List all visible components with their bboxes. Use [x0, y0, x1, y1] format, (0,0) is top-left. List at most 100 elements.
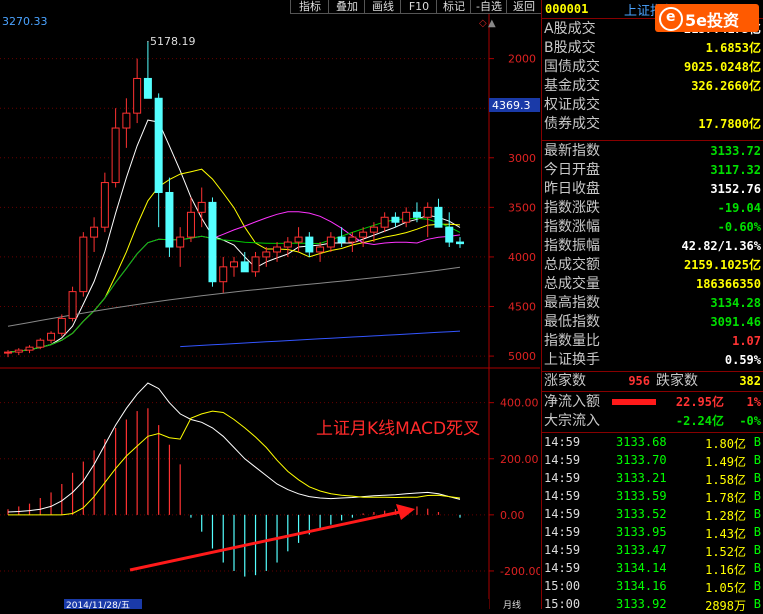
candle-body	[434, 206, 443, 228]
turnover-row: 债券成交 17.7800亿	[544, 116, 761, 132]
candle-body	[197, 201, 206, 213]
candle-body	[90, 226, 99, 238]
flow-row: 大宗流入 -2.24亿 -0%	[544, 413, 761, 429]
tick-row: 15:00 3134.16 1.05亿 B	[544, 579, 761, 595]
stock-code: 000001	[545, 2, 589, 16]
tick-row: 14:59 3133.59 1.78亿 B	[544, 489, 761, 505]
quote-row: 总成交量 186366350	[544, 276, 761, 292]
candle-body	[305, 236, 314, 253]
candle-body	[36, 339, 45, 348]
candle-body	[57, 317, 66, 334]
quote-row: 指数涨跌 -19.04	[544, 200, 761, 216]
x-axis-period-label: 月线	[503, 599, 521, 609]
candle-body	[262, 251, 271, 258]
peak-price-label: 5178.19	[150, 35, 196, 48]
macd-tick-label: -200.00	[500, 565, 540, 578]
turnover-row: 权证成交	[544, 97, 600, 113]
candle-body	[165, 191, 174, 248]
price-tick-label: 2000	[508, 53, 536, 66]
quote-panel: 000001 上证指数 A股成交2157.4173亿B股成交1.6853亿国债成…	[541, 0, 763, 613]
price-tick-label: 4500	[508, 301, 536, 314]
tick-row: 14:59 3133.21 1.58亿 B	[544, 471, 761, 487]
quote-row: 总成交额 2159.1025亿	[544, 257, 761, 273]
quote-row: 指数量比 1.07	[544, 333, 761, 349]
tick-row: 14:59 3133.70 1.49亿 B	[544, 453, 761, 469]
trend-arrow-line	[129, 510, 401, 572]
toolbar-button-4[interactable]: 标记	[436, 0, 471, 14]
chart-corner-value: 3270.33	[2, 15, 48, 28]
candle-body	[176, 236, 185, 248]
candle-body	[186, 211, 195, 238]
candle-body	[412, 211, 421, 218]
candle-body	[337, 236, 346, 243]
candle-body	[294, 236, 303, 243]
candle-body	[47, 332, 56, 341]
candle-body	[251, 256, 260, 273]
tick-row: 14:59 3133.47 1.52亿 B	[544, 543, 761, 559]
price-tick-label: 5000	[508, 350, 536, 363]
macd-tick-label: 400.00	[500, 397, 539, 410]
candle-body	[219, 266, 228, 283]
5e-logo: e 5e投资	[655, 4, 759, 32]
toolbar-button-6[interactable]: 返回	[506, 0, 541, 14]
toolbar-button-0[interactable]: 指标	[290, 0, 329, 14]
x-axis-date-label: 2014/11/28/五	[66, 601, 130, 609]
candle-body	[4, 351, 12, 354]
turnover-row: B股成交 1.6853亿	[544, 40, 761, 56]
tick-row: 14:59 3133.52 1.28亿 B	[544, 507, 761, 523]
candle-body	[456, 241, 464, 245]
tick-row: 14:59 3133.95 1.43亿 B	[544, 525, 761, 541]
candle-body	[122, 112, 131, 129]
candle-body	[208, 201, 217, 283]
chart-toolbar: 指标 叠加 画线 F10 标记 -自选 返回	[0, 0, 541, 14]
candle-body	[240, 261, 249, 273]
quote-row: 昨日收盘 3152.76	[544, 181, 761, 197]
price-tick-label: 4000	[508, 251, 536, 264]
candle-body	[369, 226, 378, 233]
candle-body	[402, 211, 411, 223]
macd-death-cross-annotation: 上证月K线MACD死叉	[316, 419, 480, 439]
toolbar-button-2[interactable]: 画线	[364, 0, 401, 14]
logo-text: 5e投资	[685, 11, 739, 30]
candle-body	[133, 77, 142, 114]
candle-body	[359, 231, 368, 238]
candle-body	[273, 246, 282, 253]
toolbar-button-5[interactable]: -自选	[470, 0, 507, 14]
macd-tick-label: 0.00	[500, 509, 525, 522]
candle-body	[14, 349, 23, 353]
price-tick-label: 3000	[508, 152, 536, 165]
current-price-tag: 4369.3	[492, 99, 531, 112]
flow-row: 净流入额 22.95亿 1%	[544, 394, 761, 410]
toolbar-button-1[interactable]: 叠加	[328, 0, 365, 14]
candle-body	[68, 291, 77, 319]
kline-chart-area[interactable]: 5000450040003500300025002000400.00200.00…	[0, 14, 542, 611]
tick-row: 14:59 3133.68 1.80亿 B	[544, 435, 761, 451]
quote-row: 最高指数 3134.28	[544, 295, 761, 311]
tick-row: 15:00 3133.92 2898万 B	[544, 597, 761, 613]
tick-row: 14:59 3134.14 1.16亿 B	[544, 561, 761, 577]
candle-body	[100, 182, 109, 228]
ma120-line	[180, 330, 461, 348]
candle-body	[79, 236, 88, 293]
turnover-row: 国债成交 9025.0248亿	[544, 59, 761, 75]
quote-row: 指数涨幅 -0.60%	[544, 219, 761, 235]
toolbar-button-3[interactable]: F10	[400, 0, 437, 14]
candle-body	[391, 216, 400, 223]
scroll-up-icon[interactable]: ▲	[488, 18, 496, 29]
candle-body	[445, 226, 454, 243]
quote-row: 今日开盘 3117.32	[544, 162, 761, 178]
trend-arrow-head-icon	[396, 504, 415, 520]
macd-tick-label: 200.00	[500, 453, 539, 466]
quote-row: 最新指数 3133.72	[544, 143, 761, 159]
kline-chart-svg[interactable]: 5000450040003500300025002000400.00200.00…	[0, 14, 542, 611]
candle-body	[111, 127, 120, 184]
quote-row: 最低指数 3091.46	[544, 314, 761, 330]
candle-body	[423, 206, 432, 218]
ma30-line	[7, 217, 461, 353]
diamond-icon[interactable]: ◇	[479, 18, 487, 29]
ma20-line	[7, 211, 461, 353]
candle-body	[316, 246, 325, 253]
breadth-row: 涨家数 956 跌家数 382	[544, 373, 761, 389]
candle-body	[230, 261, 238, 268]
candle-body	[348, 236, 357, 243]
